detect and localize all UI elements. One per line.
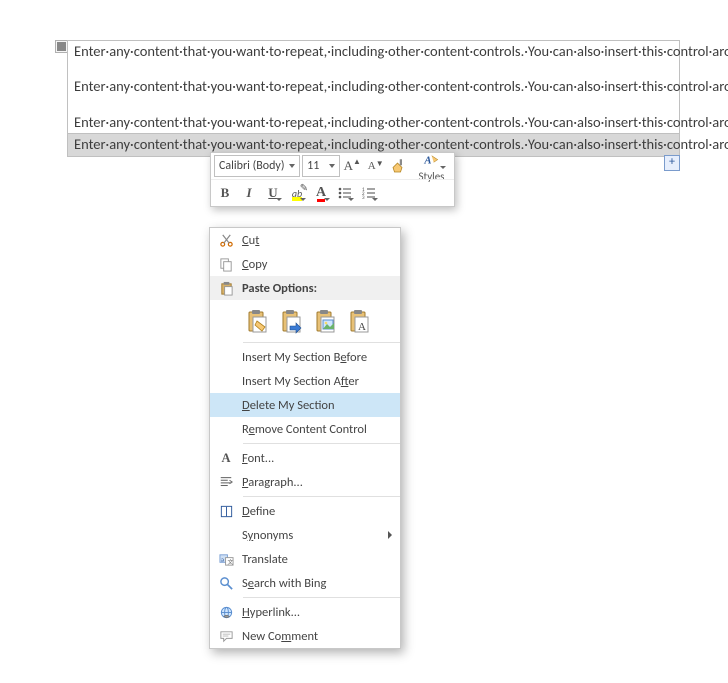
- numbering-button[interactable]: 123: [358, 182, 380, 204]
- menu-separator: [243, 597, 400, 598]
- bullets-icon: [337, 185, 353, 201]
- comment-icon: [219, 629, 234, 644]
- paste-keep-source-formatting[interactable]: [244, 304, 272, 336]
- svg-text:A: A: [358, 321, 366, 333]
- menu-label: Paste Options:: [242, 281, 317, 296]
- bold-button[interactable]: B: [214, 182, 236, 204]
- menu-label: Cut: [242, 233, 392, 248]
- clipboard-picture-icon: [315, 309, 337, 335]
- mini-toolbar: Calibri (Body) 11 A▲ A▼ A Styles: [210, 152, 455, 207]
- menu-label: Paragraph...: [242, 475, 392, 490]
- menu-item-insert-section-after[interactable]: Insert My Section After: [210, 369, 400, 393]
- menu-item-insert-section-before[interactable]: Insert My Section Before: [210, 345, 400, 369]
- translate-icon: a文: [219, 552, 234, 567]
- cut-icon: [219, 233, 234, 248]
- paragraph-icon: [219, 475, 233, 489]
- menu-item-translate[interactable]: a文 Translate: [210, 547, 400, 571]
- menu-label: New Comment: [242, 629, 392, 644]
- svg-text:文: 文: [227, 558, 233, 566]
- menu-label: Insert My Section Before: [242, 350, 392, 365]
- paragraph[interactable]: Enter·any·content·that·you·want·to·repea…: [68, 76, 679, 97]
- menu-item-hyperlink[interactable]: Hyperlink...: [210, 600, 400, 624]
- paragraph-gap: [68, 62, 679, 76]
- menu-separator: [243, 496, 400, 497]
- clipboard-text-icon: A: [349, 309, 371, 335]
- paragraph[interactable]: Enter·any·content·that·you·want·to·repea…: [68, 41, 679, 62]
- menu-separator: [243, 342, 400, 343]
- menu-item-synonyms[interactable]: Synonyms: [210, 523, 400, 547]
- paste-options-row: A: [210, 300, 400, 340]
- grow-font-button[interactable]: A▲: [342, 155, 363, 177]
- context-menu: Cut Copy Paste Options:: [209, 227, 401, 649]
- clipboard-brush-icon: [247, 309, 269, 335]
- svg-text:A: A: [424, 155, 432, 166]
- repeating-section-content-control: Enter·any·content·that·you·want·to·repea…: [67, 40, 680, 157]
- clipboard-arrow-icon: [281, 309, 303, 335]
- font-name-value: Calibri (Body): [219, 159, 284, 173]
- menu-label: Search with Bing: [242, 576, 392, 591]
- font-color-button[interactable]: A: [310, 182, 332, 204]
- font-size-combo[interactable]: 11: [302, 155, 339, 177]
- menu-label: Copy: [242, 257, 392, 272]
- font-color-icon: A: [316, 185, 326, 201]
- styles-icon: A: [423, 153, 439, 169]
- italic-button[interactable]: I: [238, 182, 260, 204]
- paintbrush-icon: [390, 157, 408, 175]
- paste-icon: [219, 281, 234, 296]
- font-icon: A: [221, 451, 230, 466]
- font-size-value: 11: [307, 159, 319, 173]
- app-canvas: Enter·any·content·that·you·want·to·repea…: [0, 0, 728, 683]
- menu-item-new-comment[interactable]: New Comment: [210, 624, 400, 648]
- highlight-icon: ab✎: [292, 187, 302, 200]
- quick-styles-button[interactable]: A: [414, 150, 448, 172]
- book-icon: [219, 504, 234, 519]
- text-highlight-color-button[interactable]: ab✎: [286, 182, 308, 204]
- menu-item-paragraph[interactable]: Paragraph...: [210, 470, 400, 494]
- paragraph[interactable]: Enter·any·content·that·you·want·to·repea…: [68, 112, 679, 133]
- svg-text:3: 3: [362, 195, 365, 201]
- menu-separator: [243, 443, 400, 444]
- paste-merge-formatting[interactable]: [278, 304, 306, 336]
- menu-label: Define: [242, 504, 392, 519]
- paste-text-only[interactable]: A: [346, 304, 374, 336]
- chevron-down-icon: [329, 164, 335, 168]
- shrink-font-button[interactable]: A▼: [365, 155, 386, 177]
- format-painter-button[interactable]: [388, 155, 409, 177]
- menu-item-copy[interactable]: Copy: [210, 252, 400, 276]
- menu-item-define[interactable]: Define: [210, 499, 400, 523]
- menu-header-paste-options: Paste Options:: [210, 276, 400, 300]
- add-section-button[interactable]: +: [664, 155, 680, 171]
- menu-item-remove-content-control[interactable]: Remove Content Control: [210, 417, 400, 441]
- paste-picture[interactable]: [312, 304, 340, 336]
- menu-item-font[interactable]: A Font...: [210, 446, 400, 470]
- paragraph-gap: [68, 98, 679, 112]
- menu-label: Hyperlink...: [242, 605, 392, 620]
- menu-item-delete-section[interactable]: Delete My Section: [210, 393, 400, 417]
- menu-item-cut[interactable]: Cut: [210, 228, 400, 252]
- submenu-arrow-icon: [388, 531, 392, 539]
- menu-label: Font...: [242, 451, 392, 466]
- menu-label: Translate: [242, 552, 392, 567]
- numbering-icon: 123: [361, 185, 377, 201]
- svg-text:a: a: [220, 555, 223, 563]
- font-name-combo[interactable]: Calibri (Body): [214, 155, 300, 177]
- search-icon: [219, 576, 234, 591]
- menu-label: Insert My Section After: [242, 374, 392, 389]
- bullets-button[interactable]: [334, 182, 356, 204]
- chevron-down-icon: [289, 164, 295, 168]
- hyperlink-icon: [219, 605, 234, 620]
- menu-label: Delete My Section: [242, 398, 392, 413]
- underline-button[interactable]: U: [262, 182, 284, 204]
- menu-item-search-bing[interactable]: Search with Bing: [210, 571, 400, 595]
- menu-label: Remove Content Control: [242, 422, 392, 437]
- copy-icon: [219, 257, 234, 272]
- menu-label: Synonyms: [242, 528, 384, 543]
